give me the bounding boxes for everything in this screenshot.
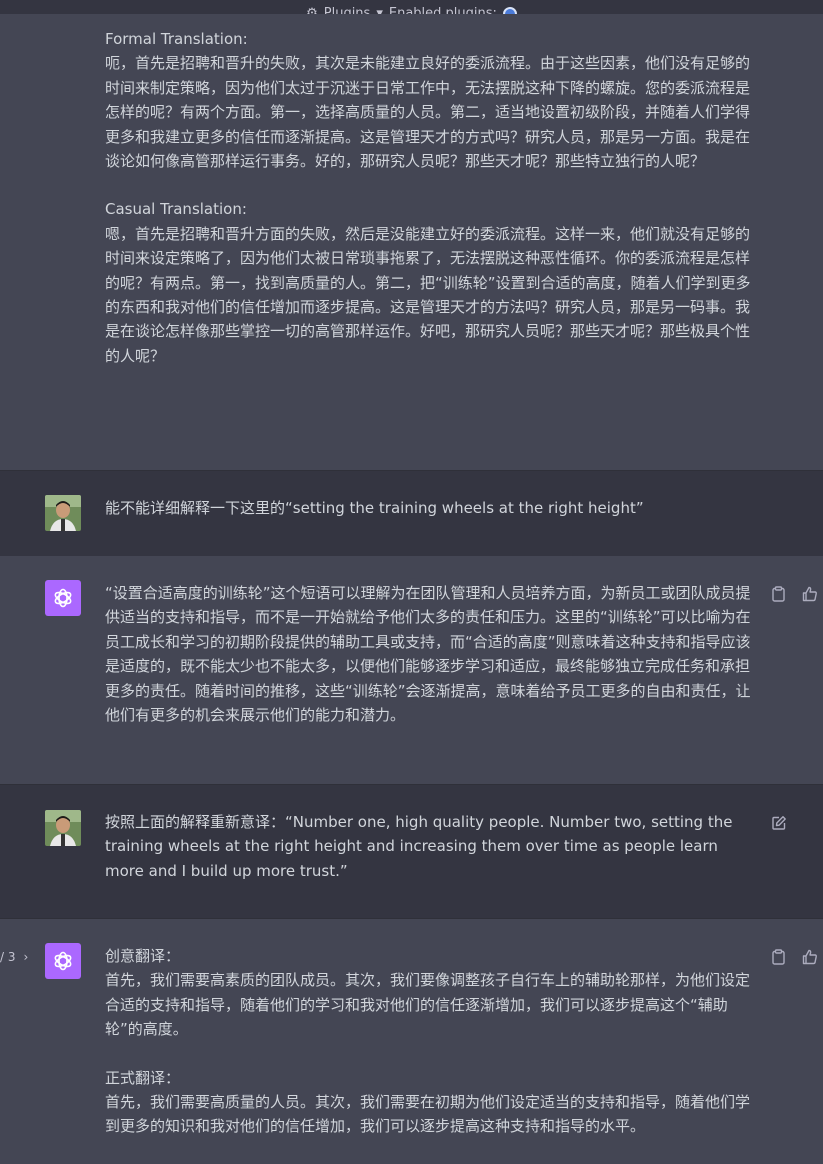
message-actions (770, 585, 818, 602)
plugins-label[interactable]: Plugins (324, 6, 371, 14)
user-avatar (45, 495, 81, 531)
message-content: Formal Translation: 呃，首先是招聘和晋升的失败，其次是未能建… (105, 27, 755, 368)
assistant-avatar (45, 580, 81, 616)
thumbs-up-icon[interactable] (801, 585, 818, 602)
plugins-icon: ⚙ (306, 6, 318, 14)
message-paragraph: Casual Translation: 嗯，首先是招聘和晋升方面的失败，然后是没… (105, 200, 751, 365)
message-paragraph: Formal Translation: 呃，首先是招聘和晋升的失败，其次是未能建… (105, 30, 751, 171)
response-pager: / 3 › (0, 950, 28, 964)
openai-logo-icon (54, 951, 72, 971)
pager-count: / 3 (0, 950, 16, 964)
assistant-message: “设置合适高度的训练轮”这个短语可以理解为在团队管理和人员培养方面，为新员工或团… (0, 556, 823, 785)
message-content: 按照上面的解释重新意译：“Number one, high quality pe… (105, 813, 733, 880)
assistant-message: / 3 › 创意翻译： 首先，我们需要高素质的团队成员。其次，我们要像调整孩子自… (0, 919, 823, 1164)
message-paragraph: 正式翻译： 首先，我们需要高质量的人员。其次，我们需要在初期为他们设定适当的支持… (105, 1068, 751, 1136)
dropdown-icon[interactable]: ▾ (376, 6, 383, 14)
user-message: 能不能详细解释一下这里的“setting the training wheels… (0, 471, 823, 556)
edit-icon[interactable] (770, 814, 787, 831)
message-content: 创意翻译： 首先，我们需要高素质的团队成员。其次，我们要像调整孩子自行车上的辅助… (105, 944, 755, 1139)
thumbs-up-icon[interactable] (801, 948, 818, 965)
plugin-icon[interactable] (502, 6, 517, 14)
assistant-message: Formal Translation: 呃，首先是招聘和晋升的失败，其次是未能建… (0, 0, 823, 471)
assistant-avatar (45, 943, 81, 979)
message-content: 能不能详细解释一下这里的“setting the training wheels… (105, 499, 644, 517)
message-content: “设置合适高度的训练轮”这个短语可以理解为在团队管理和人员培养方面，为新员工或团… (105, 581, 755, 727)
user-avatar (45, 810, 81, 846)
top-bar: ⚙ Plugins ▾ Enabled plugins: (0, 0, 823, 14)
clipboard-icon[interactable] (770, 585, 787, 602)
openai-logo-icon (54, 588, 72, 608)
message-paragraph: “设置合适高度的训练轮”这个短语可以理解为在团队管理和人员培养方面，为新员工或团… (105, 584, 751, 725)
message-actions (770, 948, 818, 965)
enabled-plugins-label: Enabled plugins: (388, 6, 497, 14)
user-message: 按照上面的解释重新意译：“Number one, high quality pe… (0, 785, 823, 919)
message-paragraph: 创意翻译： 首先，我们需要高素质的团队成员。其次，我们要像调整孩子自行车上的辅助… (105, 947, 751, 1039)
clipboard-icon[interactable] (770, 948, 787, 965)
chevron-right-icon[interactable]: › (24, 950, 29, 964)
